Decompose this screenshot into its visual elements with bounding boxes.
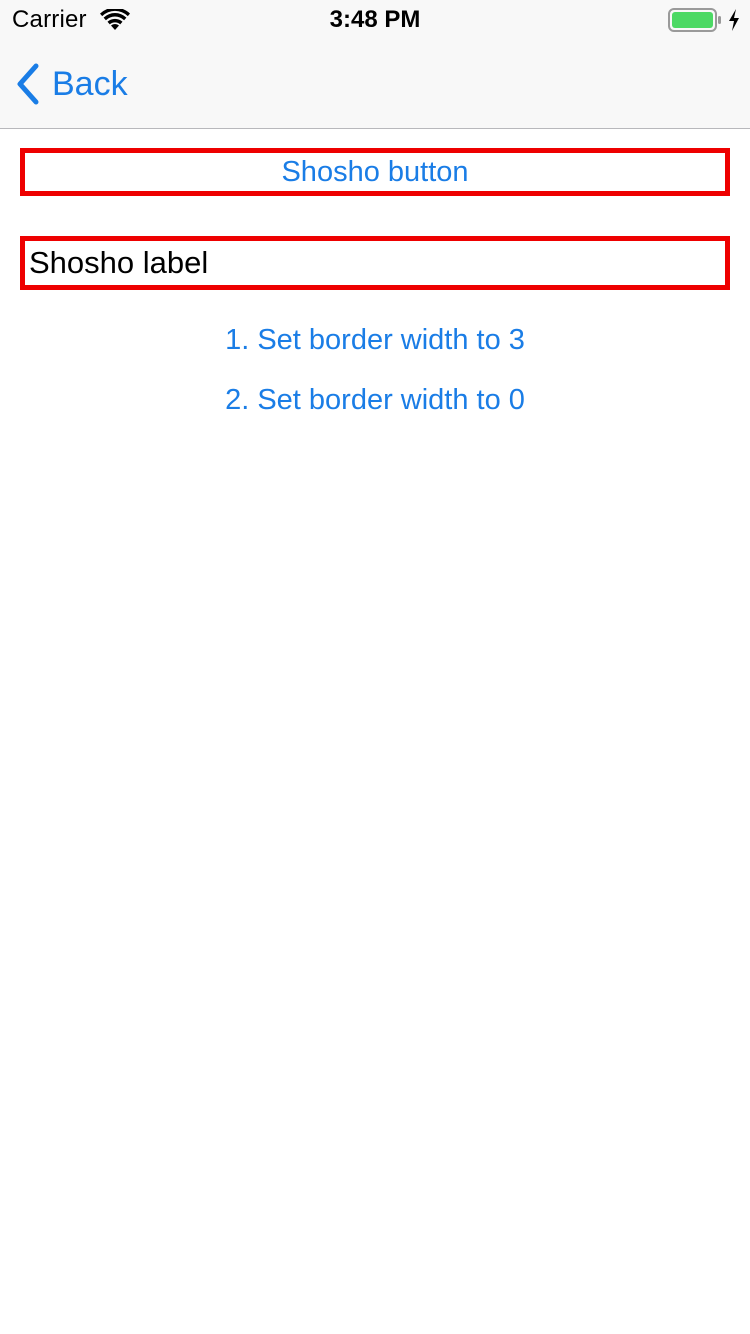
status-time: 3:48 PM: [329, 6, 421, 33]
shosho-button[interactable]: Shosho button: [20, 148, 730, 196]
back-button[interactable]: Back: [14, 62, 128, 106]
set-border-width-0-button[interactable]: 2. Set border width to 0: [0, 378, 750, 422]
screen: Carrier 3:48 PM Back Shosho button Shosh…: [0, 0, 750, 1334]
battery-icon: [668, 8, 721, 32]
top-chrome: Carrier 3:48 PM Back: [0, 0, 750, 129]
back-label: Back: [52, 65, 128, 103]
navigation-bar: Back: [0, 40, 750, 128]
charging-bolt-icon: [729, 9, 739, 31]
content-area: Shosho button Shosho label 1. Set border…: [0, 129, 750, 1334]
chevron-left-icon: [17, 63, 39, 105]
set-border-width-3-button[interactable]: 1. Set border width to 3: [0, 318, 750, 362]
status-bar: Carrier 3:48 PM: [0, 0, 750, 40]
shosho-label: Shosho label: [20, 236, 730, 290]
